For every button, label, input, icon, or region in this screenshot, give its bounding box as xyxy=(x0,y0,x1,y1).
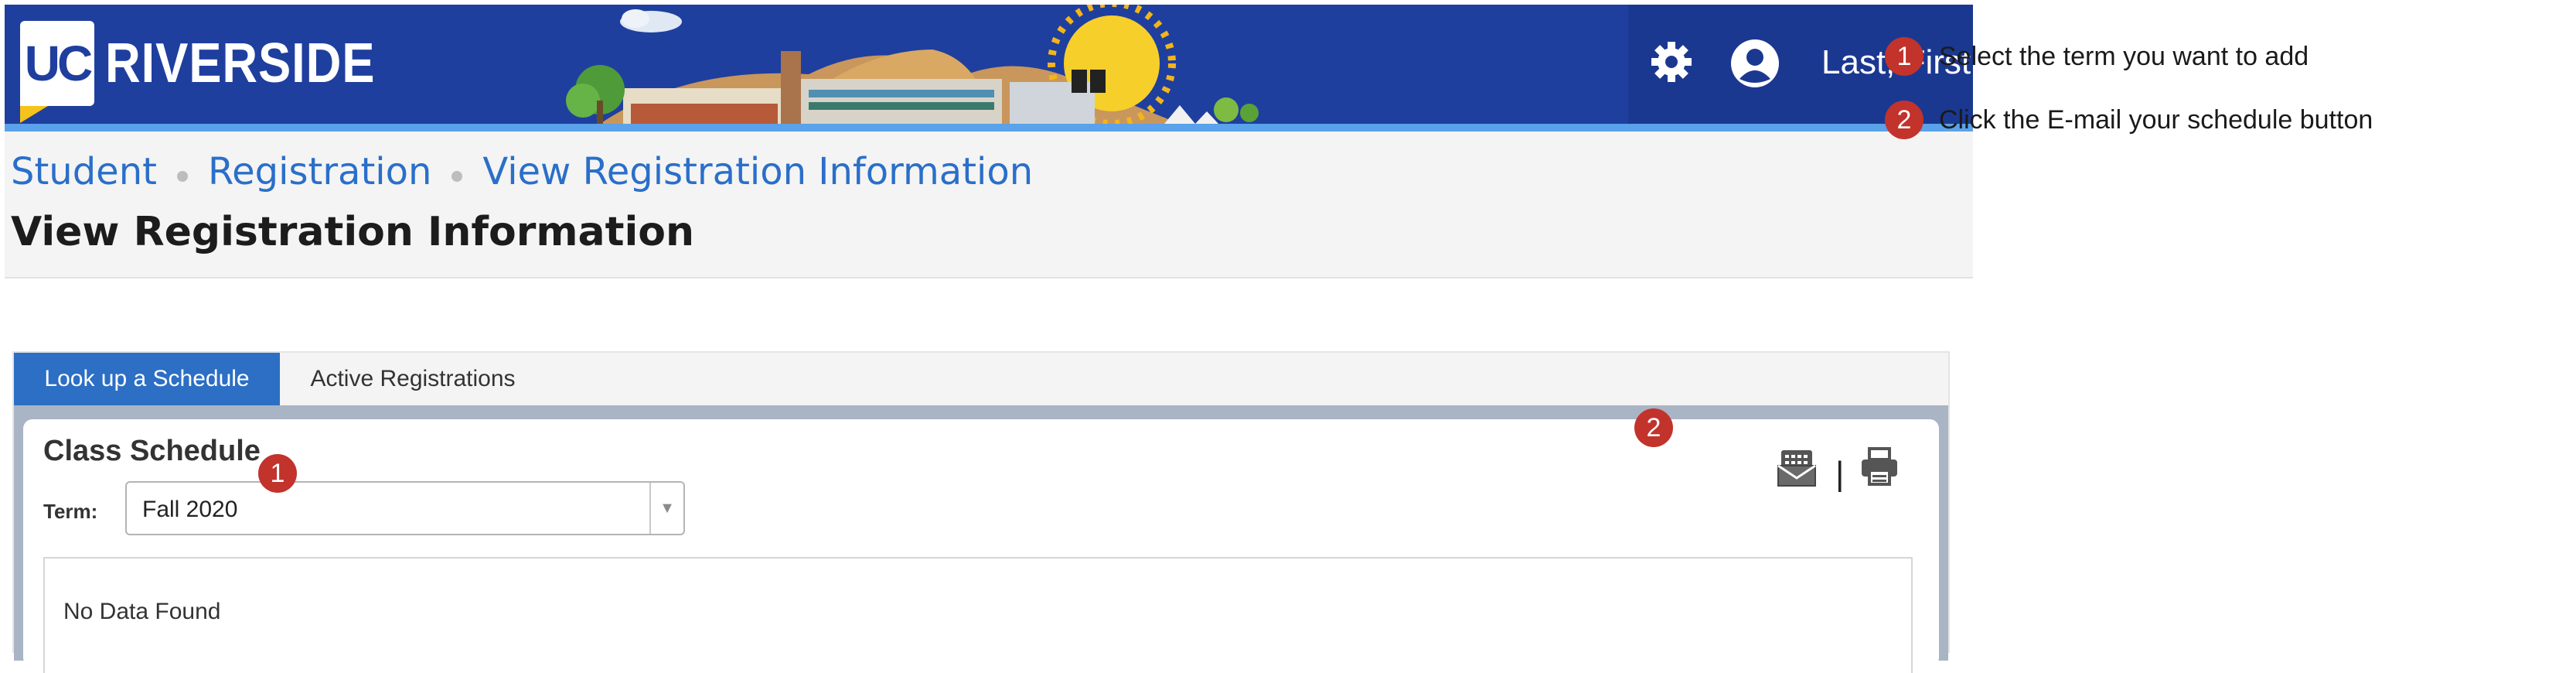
logo-uc-mark: UC xyxy=(20,21,94,123)
term-label: Term: xyxy=(43,500,98,523)
callout-badge-2: 2 xyxy=(1634,408,1673,447)
email-schedule-icon[interactable] xyxy=(1775,447,1818,487)
no-data-message: No Data Found xyxy=(63,599,221,624)
instruction-badge-2: 2 xyxy=(1885,101,1923,139)
toolbar-separator: | xyxy=(1835,455,1845,493)
breadcrumb-student[interactable]: Student xyxy=(11,150,157,193)
breadcrumb-separator xyxy=(176,171,188,182)
instruction-text-1: Select the term you want to add xyxy=(1939,42,2309,71)
header-accent-bar xyxy=(5,124,1973,132)
instruction-text-2: Click the E-mail your schedule button xyxy=(1939,105,2373,135)
tab-look-up-a-schedule[interactable]: Look up a Schedule xyxy=(14,353,280,405)
schedule-results-area: No Data Found xyxy=(43,557,1913,673)
site-header: UC RIVERSIDE Last, First xyxy=(5,5,1973,124)
breadcrumb-separator xyxy=(451,171,463,182)
term-select[interactable]: Fall 2020 ▼ xyxy=(125,481,685,535)
tab-active-registrations[interactable]: Active Registrations xyxy=(280,353,546,405)
panel-title: Class Schedule xyxy=(43,435,261,467)
term-selected-value: Fall 2020 xyxy=(142,497,238,522)
class-schedule-panel: Class Schedule Term: Fall 2020 ▼ | No Da… xyxy=(23,419,1939,673)
ucr-logo[interactable]: UC RIVERSIDE xyxy=(20,20,412,123)
breadcrumb-view-registration-information[interactable]: View Registration Information xyxy=(482,150,1033,193)
settings-gear-icon[interactable] xyxy=(1648,39,1695,85)
breadcrumb-registration[interactable]: Registration xyxy=(208,150,431,193)
breadcrumb: Student Registration View Registration I… xyxy=(11,150,1033,193)
registration-tabs-container: Look up a Schedule Active Registrations … xyxy=(12,351,1950,673)
page-header: Student Registration View Registration I… xyxy=(5,132,1973,278)
chevron-down-icon[interactable]: ▼ xyxy=(649,483,683,534)
campus-banner-illustration xyxy=(566,5,1259,124)
page-title: View Registration Information xyxy=(11,209,695,255)
logo-wordmark: RIVERSIDE xyxy=(105,32,376,94)
callout-badge-1: 1 xyxy=(258,454,297,493)
print-icon[interactable] xyxy=(1859,446,1900,487)
instruction-badge-1: 1 xyxy=(1885,37,1923,76)
user-profile-icon[interactable] xyxy=(1730,39,1780,88)
